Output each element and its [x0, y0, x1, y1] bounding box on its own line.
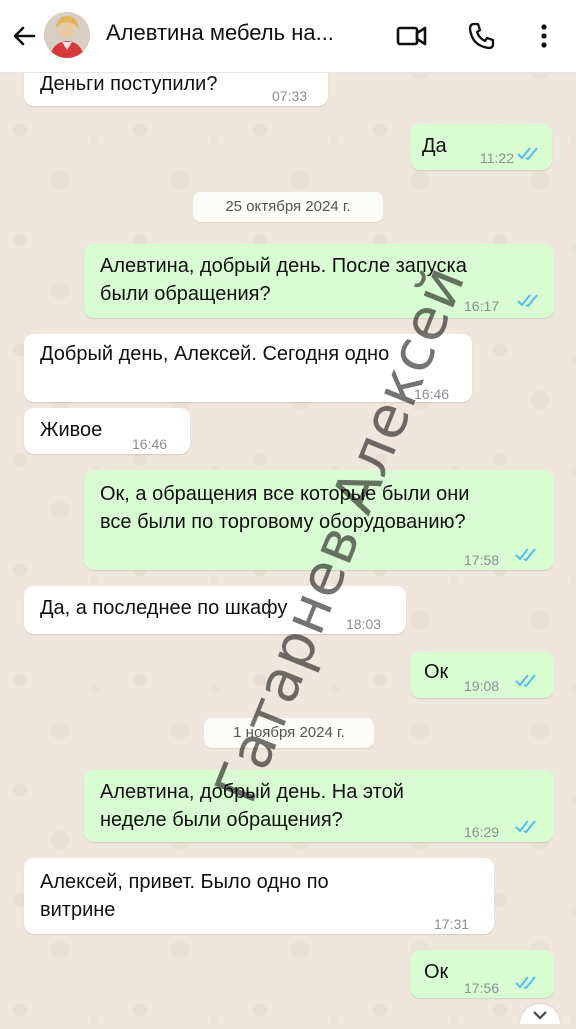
message-text-line-1: Алевтина, добрый день. После запуска [100, 255, 467, 277]
contact-name[interactable]: Алевтина мебель на... [106, 20, 334, 46]
message-outgoing[interactable]: Алевтина, добрый день. После запуска был… [84, 244, 554, 318]
message-time: 17:31 [434, 916, 470, 932]
message-outgoing[interactable]: Ок 19:08 [410, 652, 554, 698]
chevron-down-icon [533, 1011, 547, 1020]
read-ticks-icon [515, 976, 536, 990]
date-separator: 25 октября 2024 г. [193, 192, 383, 222]
message-text: Да [422, 135, 447, 157]
avatar-photo [44, 12, 90, 58]
message-time: 16:46 [132, 436, 168, 452]
message-outgoing[interactable]: Ок 17:56 [410, 950, 554, 998]
message-time: 17:56 [464, 980, 500, 996]
message-outgoing[interactable]: Да 11:22 [410, 124, 552, 170]
message-time: 16:29 [464, 824, 500, 840]
message-time: 16:17 [464, 298, 500, 314]
message-text-line-2: неделе были обращения? [100, 809, 343, 831]
message-text: Да, а последнее по шкафу [40, 597, 288, 619]
read-ticks-icon [515, 820, 536, 834]
read-ticks-icon [515, 674, 536, 688]
read-ticks-icon [517, 147, 538, 161]
message-text-line-1: Алевтина, добрый день. На этой [100, 781, 404, 803]
message-text-line-2: витрине [40, 899, 116, 921]
message-text-line-1: Ок, а обращения все которые были они [100, 483, 470, 505]
message-incoming[interactable]: Да, а последнее по шкафу 18:03 [24, 586, 406, 634]
more-vertical-icon [541, 24, 547, 48]
message-time: 11:22 [480, 150, 514, 166]
message-outgoing[interactable]: Ок, а обращения все которые были они все… [84, 470, 554, 570]
more-options-button[interactable] [526, 18, 562, 54]
message-text: Ок [424, 661, 449, 683]
message-text: Ок [424, 961, 449, 983]
voice-call-button[interactable] [464, 18, 500, 54]
message-time: 18:03 [346, 616, 382, 632]
chat-header: Алевтина мебель на... [0, 0, 576, 73]
message-incoming[interactable]: Алексей, привет. Было одно по витрине 17… [24, 858, 494, 934]
arrow-left-icon [13, 26, 36, 46]
contact-avatar[interactable] [44, 12, 90, 58]
video-call-button[interactable] [394, 18, 430, 54]
message-text: Живое [40, 419, 103, 441]
message-time: 17:58 [464, 552, 500, 568]
message-incoming[interactable]: Добрый день, Алексей. Сегодня одно 16:46 [24, 334, 472, 402]
scroll-down-button[interactable] [520, 1004, 560, 1024]
read-ticks-icon [517, 294, 538, 308]
video-call-icon [396, 26, 427, 46]
date-separator: 1 ноября 2024 г. [204, 718, 374, 748]
message-time: 19:08 [464, 678, 500, 694]
message-incoming[interactable]: Живое 16:46 [24, 408, 190, 454]
message-time: 07:33 [272, 88, 308, 104]
message-text-line-2: все были по торговому оборудованию? [100, 511, 466, 533]
back-button[interactable] [8, 19, 42, 53]
message-text: Добрый день, Алексей. Сегодня одно [40, 343, 390, 365]
message-outgoing[interactable]: Алевтина, добрый день. На этой неделе бы… [84, 770, 554, 842]
read-ticks-icon [515, 548, 536, 562]
message-text-line-1: Алексей, привет. Было одно по [40, 871, 329, 893]
message-time: 16:46 [414, 386, 450, 402]
phone-icon [468, 22, 495, 50]
message-text-line-2: были обращения? [100, 283, 271, 305]
message-text: Деньги поступили? [40, 73, 218, 95]
